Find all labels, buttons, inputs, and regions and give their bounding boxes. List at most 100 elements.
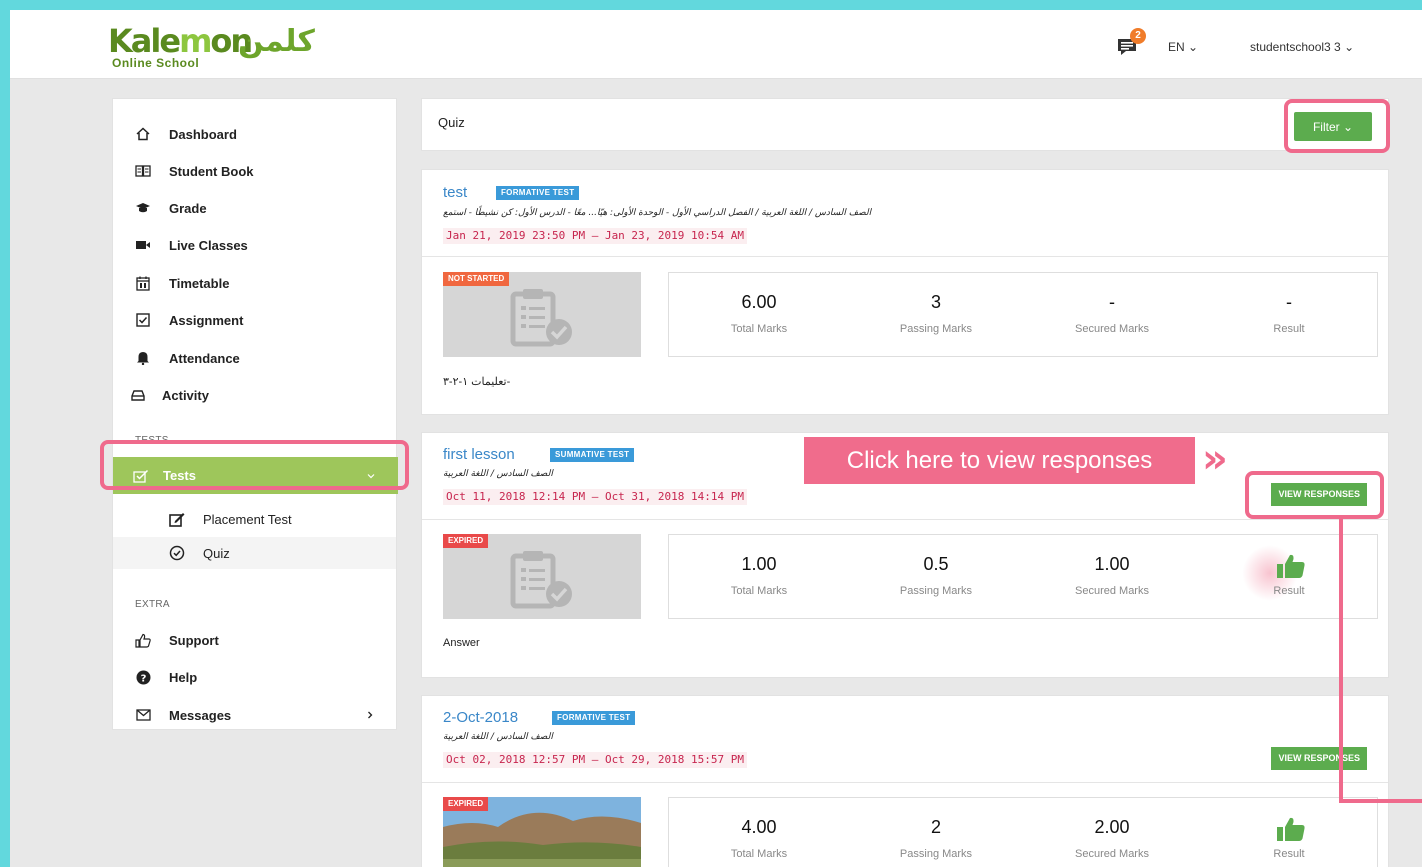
secured-marks-label: Secured Marks [1075,323,1149,335]
book-icon [133,164,153,178]
sidebar-item-live-classes[interactable]: Live Classes [113,230,396,260]
result-value: - [1286,292,1292,312]
sidebar-item-label: Live Classes [169,237,248,253]
sidebar-item-label: Attendance [169,350,240,366]
quiz-thumbnail: EXPIRED [443,534,641,619]
chevron-right-icon [366,708,374,723]
logo-subtitle: Online School [112,56,200,70]
callout-label: Click here to view responses [804,437,1195,484]
help-icon: ? [133,670,153,685]
sidebar-item-label: Timetable [169,275,230,291]
quiz-breadcrumb: الصف السادس / اللغة العربية / الفصل الدر… [443,208,872,218]
sidebar-item-grade[interactable]: Grade [113,193,396,223]
sidebar-item-dashboard[interactable]: Dashboard [113,119,396,149]
total-marks-label: Total Marks [730,323,788,335]
sidebar: Dashboard Student Book Grade Live Classe… [112,98,398,730]
page-header: Quiz Filter ⌄ [421,98,1389,151]
divider [422,782,1388,783]
sidebar-item-support[interactable]: Support [113,625,396,655]
quiz-note: تعليمات ١-٢-٣- [443,376,511,388]
sidebar-item-messages[interactable]: Messages [113,700,396,730]
sidebar-item-label: Messages [169,707,232,723]
sidebar-item-activity[interactable]: Activity [113,380,396,410]
quiz-breadcrumb: الصف السادس / اللغة العربية [443,469,553,479]
edit-icon [169,512,185,527]
quiz-title[interactable]: 2-Oct-2018 [443,709,518,726]
quiz-date-range: Oct 02, 2018 12:57 PM – Oct 29, 2018 15:… [443,752,748,768]
test-type-badge: FORMATIVE TEST [552,711,636,725]
check-circle-icon [169,545,185,561]
result-label: Result [1273,323,1305,335]
quiz-date-range: Jan 21, 2019 23:50 PM – Jan 23, 2019 10:… [443,228,748,244]
language-selector[interactable]: EN ⌄ [1168,40,1198,54]
sidebar-item-label: Help [169,669,198,685]
connector-line [1339,799,1422,803]
sidebar-item-help[interactable]: ? Help [113,662,396,692]
logo-text: Kalemon [108,22,253,60]
thumbs-up-icon [1277,554,1305,578]
tests-highlight [100,440,409,490]
sidebar-item-attendance[interactable]: Attendance [113,343,396,373]
total-marks-label: Total Marks [730,585,788,597]
tray-icon [128,389,148,401]
secured-marks-value: 1.00 [1094,554,1130,574]
sidebar-item-student-book[interactable]: Student Book [113,156,396,186]
user-menu[interactable]: studentschool3 3 ⌄ [1250,40,1354,54]
total-marks-value: 1.00 [741,554,777,574]
clipboard-icon [510,289,572,347]
divider [422,519,1388,520]
envelope-icon [133,709,153,721]
secured-marks-label: Secured Marks [1075,585,1149,597]
status-badge: NOT STARTED [443,272,510,286]
thumbs-up-icon [1277,817,1305,841]
secured-marks-value: - [1109,292,1115,312]
clipboard-icon [510,551,572,609]
quiz-breadcrumb: الصف السادس / اللغة العربية [443,732,553,742]
passing-marks-value: 3 [930,292,941,312]
sidebar-item-placement-test[interactable]: Placement Test [113,503,396,535]
test-type-badge: FORMATIVE TEST [496,186,580,200]
passing-marks-value: 0.5 [923,554,949,574]
passing-marks-value: 2 [930,817,941,837]
svg-text:?: ? [140,673,146,684]
view-responses-button[interactable]: VIEW RESPONSES [1271,747,1367,770]
home-icon [133,126,153,142]
sidebar-item-label: Student Book [169,163,254,179]
extra-section-label: EXTRA [135,599,170,610]
notifications-button[interactable]: 2 [1116,28,1146,58]
logo-arabic: كلمن [238,24,315,59]
quiz-thumbnail: NOT STARTED [443,272,641,357]
sidebar-item-assignment[interactable]: Assignment [113,305,396,335]
video-icon [133,239,153,251]
sidebar-item-quiz[interactable]: Quiz [113,537,396,569]
secured-marks-label: Secured Marks [1075,848,1149,860]
secured-marks-value: 2.00 [1094,817,1130,837]
quiz-title[interactable]: first lesson [443,446,515,463]
sidebar-item-label: Activity [162,387,209,403]
sidebar-item-label: Support [169,632,219,648]
total-marks-label: Total Marks [730,848,788,860]
marks-summary: 1.00 Total Marks 0.5 Passing Marks 1.00 Sec… [668,534,1378,619]
checkbox-icon [133,313,153,327]
notification-badge: 2 [1130,28,1146,44]
status-badge: EXPIRED [443,797,489,811]
sidebar-item-timetable[interactable]: Timetable [113,268,396,298]
quiz-card: test FORMATIVE TEST الصف السادس / اللغة … [421,169,1389,415]
top-bar: Kalemon Online School كلمن 2 EN ⌄ studen… [10,10,1422,79]
passing-marks-label: Passing Marks [899,848,973,860]
passing-marks-label: Passing Marks [899,585,973,597]
total-marks-value: 4.00 [741,817,777,837]
result-label: Result [1273,585,1305,597]
double-arrow-icon: » [1202,436,1228,482]
quiz-note: Answer [443,637,480,649]
logo[interactable]: Kalemon Online School كلمن [108,22,338,72]
graduation-cap-icon [133,201,153,215]
calendar-icon [133,276,153,291]
quiz-title[interactable]: test [443,184,467,201]
result-label: Result [1273,848,1305,860]
total-marks-value: 6.00 [741,292,777,312]
passing-marks-label: Passing Marks [899,323,973,335]
divider [422,256,1388,257]
marks-summary: 6.00 Total Marks 3 Passing Marks - Secured … [668,272,1378,357]
bell-icon [133,351,153,365]
